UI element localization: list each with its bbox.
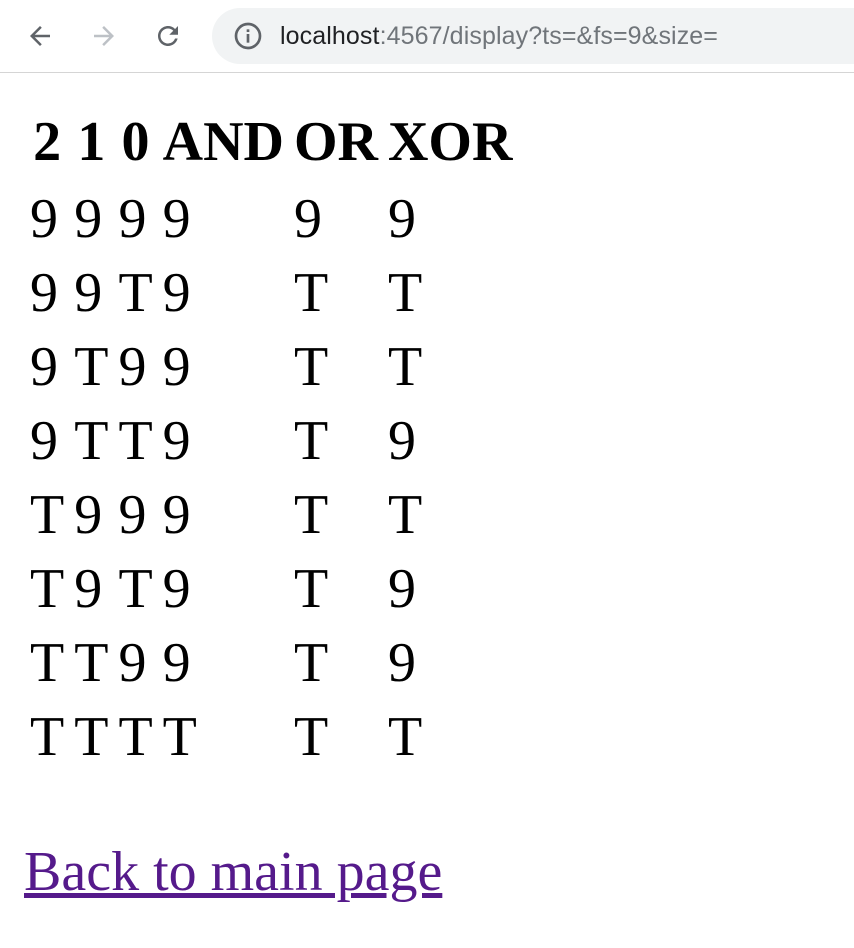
table-cell: 9 <box>118 336 147 398</box>
table-cell: 9 <box>387 558 416 620</box>
column-header: OR <box>293 111 378 173</box>
table-cell: T <box>118 410 153 472</box>
reload-icon <box>158 26 178 46</box>
table-cell: 9 <box>30 410 58 472</box>
table-cell: T <box>293 558 329 620</box>
table-row: 9 9 T 9 T T <box>26 256 516 330</box>
table-cell: 9 <box>30 336 58 398</box>
table-cell: T <box>74 632 109 694</box>
table-cell: 9 <box>387 632 416 694</box>
table-cell: T <box>293 484 329 546</box>
table-cell: 9 <box>162 410 191 472</box>
table-cell: 9 <box>162 558 191 620</box>
table-row: T 9 T 9 T 9 <box>26 552 516 626</box>
truth-table: 2 1 0 AND OR XOR 9 9 9 9 9 9 9 9 T 9 T T… <box>24 102 518 774</box>
column-header: 2 <box>33 111 62 173</box>
back-arrow-icon <box>30 26 50 46</box>
table-cell: T <box>162 706 197 768</box>
table-row: 9 9 9 9 9 9 <box>26 182 516 256</box>
forward-button[interactable] <box>82 14 126 58</box>
table-row: T 9 9 9 T T <box>26 478 516 552</box>
table-cell: T <box>74 410 109 472</box>
back-to-main-link[interactable]: Back to main page <box>24 840 442 904</box>
table-cell: 9 <box>293 188 322 250</box>
table-cell: T <box>74 336 109 398</box>
table-row: T T 9 9 T 9 <box>26 626 516 700</box>
table-cell: T <box>293 336 329 398</box>
table-cell: 9 <box>118 632 147 694</box>
table-cell: 9 <box>74 558 103 620</box>
table-cell: T <box>293 706 329 768</box>
table-row: 9 T 9 9 T T <box>26 330 516 404</box>
table-header-row: 2 1 0 AND OR XOR <box>26 102 516 182</box>
table-cell: T <box>118 558 153 620</box>
table-cell: T <box>387 484 423 546</box>
table-cell: T <box>387 706 423 768</box>
table-cell: 9 <box>162 188 191 250</box>
table-cell: T <box>387 262 423 324</box>
column-header: XOR <box>387 111 513 173</box>
table-cell: T <box>118 706 153 768</box>
table-cell: T <box>387 336 423 398</box>
table-row: T T T T T T <box>26 700 516 774</box>
reload-button[interactable] <box>146 14 190 58</box>
table-cell: T <box>30 632 65 694</box>
table-cell: 9 <box>118 484 147 546</box>
url-host: localhost <box>280 22 380 50</box>
table-cell: 9 <box>387 410 416 472</box>
url-path: :4567/display?ts=&fs=9&size= <box>379 22 719 50</box>
table-cell: T <box>293 410 329 472</box>
table-cell: 9 <box>162 262 191 324</box>
table-cell: 9 <box>74 188 103 250</box>
table-cell: 9 <box>387 188 416 250</box>
column-header: AND <box>162 111 284 173</box>
address-bar[interactable]: localhost:4567/display?ts=&fs=9&size= <box>212 8 854 64</box>
table-cell: 9 <box>162 632 191 694</box>
info-icon[interactable] <box>232 20 264 52</box>
browser-toolbar: localhost:4567/display?ts=&fs=9&size= <box>0 0 854 73</box>
table-cell: 9 <box>74 262 103 324</box>
back-button[interactable] <box>18 14 62 58</box>
table-cell: T <box>118 262 153 324</box>
table-cell: T <box>30 706 65 768</box>
table-cell: T <box>30 558 65 620</box>
url-text[interactable]: localhost:4567/display?ts=&fs=9&size= <box>280 8 718 64</box>
table-cell: T <box>293 262 329 324</box>
table-cell: 9 <box>118 188 147 250</box>
table-row: 9 T T 9 T 9 <box>26 404 516 478</box>
table-cell: 9 <box>162 336 191 398</box>
table-cell: T <box>74 706 109 768</box>
column-header: 0 <box>121 111 150 173</box>
table-cell: 9 <box>30 188 58 250</box>
table-cell: T <box>30 484 65 546</box>
column-header: 1 <box>77 111 106 173</box>
table-cell: 9 <box>30 262 58 324</box>
forward-arrow-icon <box>94 26 114 46</box>
table-cell: 9 <box>162 484 191 546</box>
table-cell: T <box>293 632 329 694</box>
table-cell: 9 <box>74 484 103 546</box>
